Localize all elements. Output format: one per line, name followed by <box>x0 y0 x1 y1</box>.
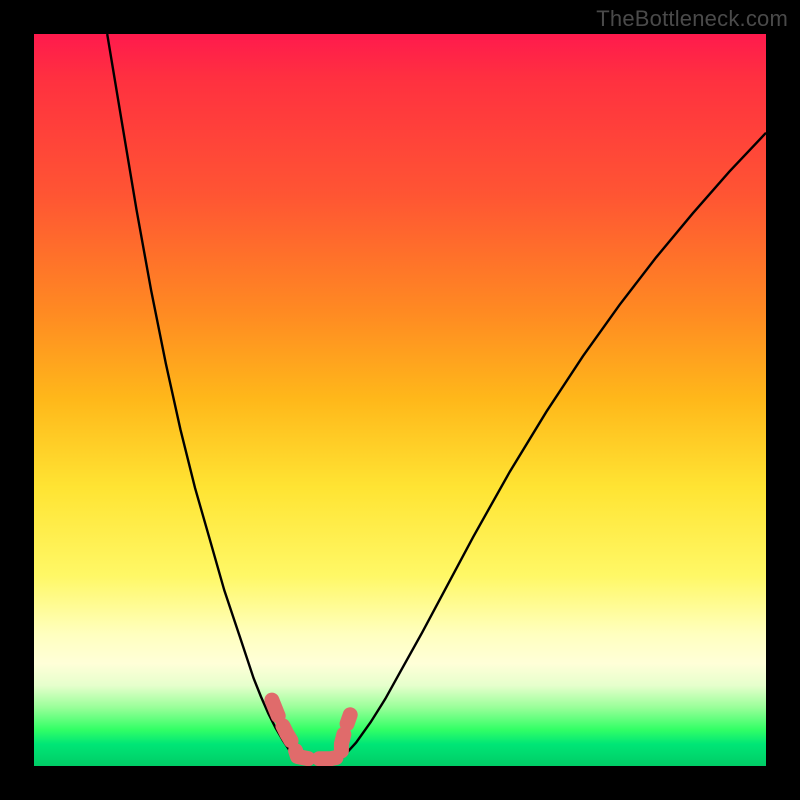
valley-marker-group <box>272 700 350 759</box>
chart-svg <box>34 34 766 766</box>
chart-frame: TheBottleneck.com <box>0 0 800 800</box>
plot-area <box>34 34 766 766</box>
curve-left-line <box>107 34 297 759</box>
watermark-text: TheBottleneck.com <box>596 6 788 32</box>
curve-right-line <box>341 133 766 759</box>
valley-marker-path <box>272 700 350 759</box>
